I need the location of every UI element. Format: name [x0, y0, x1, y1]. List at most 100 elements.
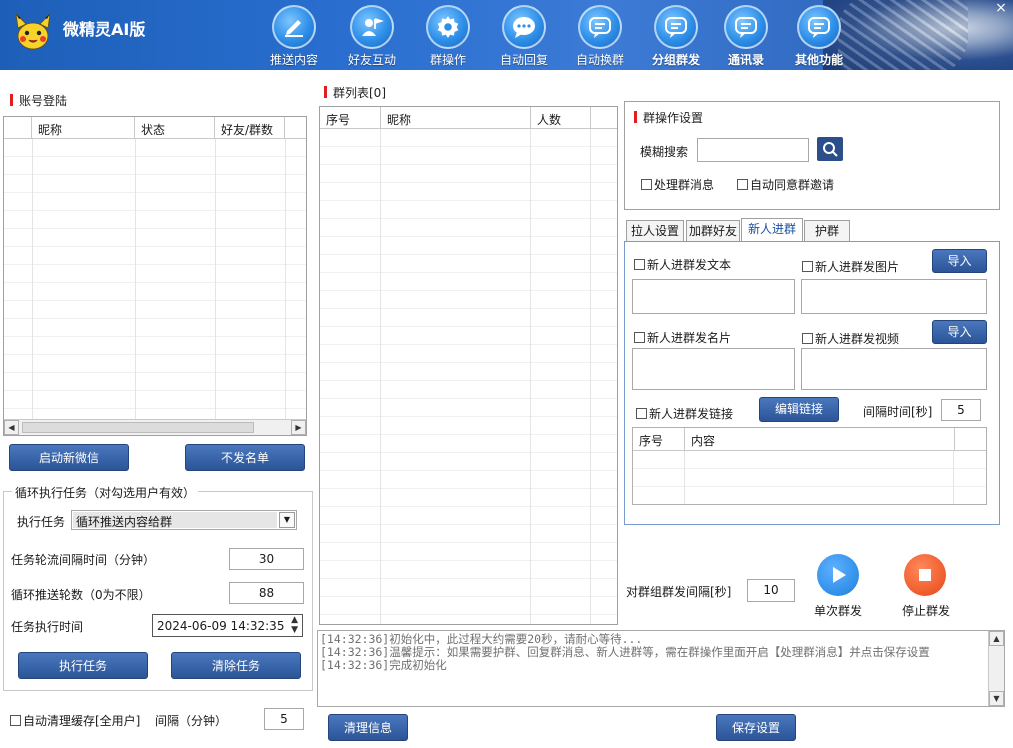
interval-label: 任务轮流间隔时间（分钟）: [11, 553, 156, 567]
save-settings-button[interactable]: 保存设置: [716, 714, 796, 741]
stop-icon: [919, 569, 931, 581]
table-header-blank: [4, 117, 32, 138]
handle-group-msg-checkbox[interactable]: 处理群消息: [641, 176, 714, 193]
auto-clear-cache-checkbox[interactable]: 自动清理缓存[全用户]: [10, 712, 140, 729]
send-card-checkbox[interactable]: 新人进群发名片: [634, 329, 731, 346]
search-icon: [823, 142, 838, 157]
tab-new-member[interactable]: 新人进群: [741, 218, 803, 241]
stop-broadcast-button[interactable]: [904, 554, 946, 596]
tab-pull-settings[interactable]: 拉人设置: [626, 220, 684, 241]
single-broadcast-label: 单次群发: [814, 604, 863, 618]
scroll-left-icon[interactable]: ◀: [4, 420, 19, 435]
send-video-checkbox[interactable]: 新人进群发视频: [802, 330, 899, 347]
send-image-checkbox[interactable]: 新人进群发图片: [802, 258, 899, 275]
tab-group-friends[interactable]: 加群好友: [686, 220, 740, 241]
nav-group-broadcast[interactable]: 分组群发: [643, 5, 709, 67]
scroll-right-icon[interactable]: ▶: [291, 420, 306, 435]
task-select[interactable]: 循环推送内容给群 ▼: [71, 510, 297, 530]
chat-lines-icon: [665, 17, 687, 38]
send-text-checkbox[interactable]: 新人进群发文本: [634, 256, 731, 273]
link-content-table[interactable]: 序号 内容: [632, 427, 987, 505]
edit-link-button[interactable]: 编辑链接: [759, 397, 839, 422]
link-content-body: [633, 451, 986, 504]
accounts-horizontal-scrollbar[interactable]: ◀ ▶: [4, 419, 306, 435]
scrollbar-thumb[interactable]: [22, 422, 254, 433]
user-flag-icon: [362, 18, 384, 36]
send-link-checkbox[interactable]: 新人进群发链接: [636, 405, 733, 422]
send-link-label: 新人进群发链接: [649, 407, 734, 421]
search-button[interactable]: [817, 137, 843, 161]
pikachu-logo-icon: [15, 14, 51, 50]
single-broadcast-button[interactable]: [817, 554, 859, 596]
run-task-button[interactable]: 执行任务: [18, 652, 148, 679]
play-icon: [833, 567, 846, 583]
accounts-section-title: 账号登陆: [10, 92, 67, 109]
send-card-label: 新人进群发名片: [647, 331, 732, 345]
nav-other-functions[interactable]: 其他功能: [786, 5, 852, 67]
new-member-card-area[interactable]: [632, 348, 795, 390]
nav-group-operation[interactable]: 群操作: [415, 5, 481, 67]
group-list-body: [320, 129, 617, 624]
nav-auto-reply[interactable]: 自动回复: [491, 5, 557, 67]
nav-push-content[interactable]: 推送内容: [261, 5, 327, 67]
auto-clear-cache-label: 自动清理缓存[全用户]: [23, 714, 141, 728]
auto-clear-interval-label: 间隔（分钟）: [155, 714, 228, 728]
import-video-button[interactable]: 导入: [932, 320, 987, 344]
search-input[interactable]: [697, 138, 809, 162]
accounts-table-body: [4, 139, 306, 419]
execution-time-value: 2024-06-09 14:32:35: [157, 619, 285, 633]
log-panel[interactable]: [14:32:36]初始化中，此过程大约需要20秒，请耐心等待... [14:3…: [317, 630, 1005, 707]
execution-time-picker[interactable]: 2024-06-09 14:32:35 ▲ ▼: [152, 614, 303, 637]
new-member-image-area[interactable]: [801, 279, 987, 314]
nav-contacts[interactable]: 通讯录: [713, 5, 779, 67]
nav-auto-switch-group[interactable]: 自动换群: [567, 5, 633, 67]
accounts-table[interactable]: 昵称 状态 好友/群数 ◀ ▶: [3, 116, 307, 436]
chevron-down-icon[interactable]: ▼: [279, 512, 295, 528]
table-header-nickname: 昵称: [381, 107, 531, 128]
app-title: 微精灵AI版: [63, 20, 146, 39]
blacklist-button[interactable]: 不发名单: [185, 444, 305, 471]
import-image-button[interactable]: 导入: [932, 249, 987, 273]
nav-friend-interaction[interactable]: 好友互动: [339, 5, 405, 67]
rounds-label: 循环推送轮数（0为不限）: [11, 588, 151, 602]
table-header-nickname: 昵称: [32, 117, 135, 138]
rounds-input[interactable]: 88: [229, 582, 304, 604]
broadcast-interval-input[interactable]: 10: [747, 579, 795, 602]
task-select-value: 循环推送内容给群: [73, 512, 277, 529]
table-header-content: 内容: [685, 428, 955, 450]
gear-icon: [437, 16, 459, 38]
new-member-video-area[interactable]: [801, 348, 987, 390]
auto-accept-invite-checkbox[interactable]: 自动同意群邀请: [737, 176, 834, 193]
new-member-interval-input[interactable]: 5: [941, 399, 981, 421]
task-label: 执行任务: [17, 515, 66, 529]
interval-input[interactable]: 30: [229, 548, 304, 570]
fuzzy-search-label: 模糊搜索: [640, 145, 689, 159]
execution-time-label: 任务执行时间: [11, 620, 84, 634]
chat-bubble-icon: [513, 17, 535, 38]
table-header-status: 状态: [135, 117, 215, 138]
send-image-label: 新人进群发图片: [815, 260, 900, 274]
log-line: [14:32:36]完成初始化: [320, 658, 447, 672]
scroll-down-icon[interactable]: ▼: [989, 691, 1004, 706]
group-settings-title: 群操作设置: [634, 109, 703, 126]
broadcast-interval-label: 对群组群发间隔[秒]: [626, 585, 732, 599]
scroll-up-icon[interactable]: ▲: [989, 631, 1004, 646]
app-header: 微精灵AI版 推送内容 好友互动 群操作 自动回复 自动换群 分组群发 通讯录 …: [0, 0, 1013, 70]
group-list-title: 群列表[0]: [324, 84, 386, 101]
group-list-table[interactable]: 序号 昵称 人数: [319, 106, 618, 625]
new-member-text-area[interactable]: [632, 279, 795, 314]
table-header-index: 序号: [320, 107, 381, 128]
send-text-label: 新人进群发文本: [647, 258, 732, 272]
chat-lines-icon: [589, 17, 611, 38]
spin-updown-icon[interactable]: ▲ ▼: [291, 615, 298, 635]
close-icon[interactable]: ×: [993, 0, 1009, 16]
tab-protect-group[interactable]: 护群: [804, 220, 850, 241]
clear-task-button[interactable]: 清除任务: [171, 652, 301, 679]
stop-broadcast-label: 停止群发: [902, 604, 951, 618]
auto-clear-interval-input[interactable]: 5: [264, 708, 304, 730]
clear-info-button[interactable]: 清理信息: [328, 714, 408, 741]
log-vertical-scrollbar[interactable]: ▲ ▼: [988, 631, 1004, 706]
table-header-friends-groups: 好友/群数: [215, 117, 285, 138]
send-video-label: 新人进群发视频: [815, 332, 900, 346]
start-new-wechat-button[interactable]: 启动新微信: [9, 444, 129, 471]
